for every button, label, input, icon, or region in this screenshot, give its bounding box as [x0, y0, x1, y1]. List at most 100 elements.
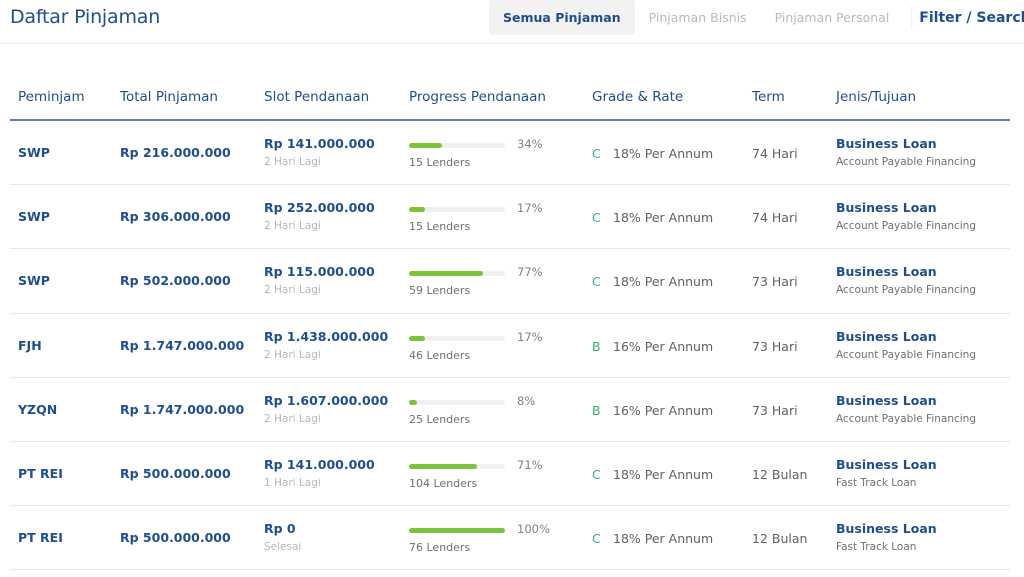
interest-rate: 18% Per Annum: [613, 466, 714, 482]
column-header-grade-rate[interactable]: Grade & Rate: [592, 89, 683, 105]
slot-status: 2 Hari Lagi: [264, 348, 321, 361]
table-row[interactable]: PT REI Rp 500.000.000 Rp 0 Selesai 100% …: [10, 506, 1010, 571]
tab-pinjaman-bisnis[interactable]: Pinjaman Bisnis: [635, 0, 761, 35]
borrower-name[interactable]: FJH: [18, 338, 42, 353]
progress-bar: [409, 207, 505, 213]
progress-percent: 17%: [517, 329, 543, 344]
table-row[interactable]: SWP Rp 502.000.000 Rp 115.000.000 2 Hari…: [10, 249, 1010, 314]
lenders-count: 25 Lenders: [409, 412, 471, 426]
table-row[interactable]: SWP Rp 216.000.000 Rp 141.000.000 2 Hari…: [10, 121, 1010, 186]
total-loan: Rp 306.000.000: [120, 209, 231, 225]
progress-bar-fill: [409, 271, 483, 277]
lenders-count: 104 Lenders: [409, 476, 478, 490]
slot-amount: Rp 141.000.000: [264, 136, 375, 151]
column-header-peminjam[interactable]: Peminjam: [18, 89, 85, 105]
progress-bar-fill: [409, 399, 417, 405]
grade-badge: C: [592, 210, 601, 226]
lenders-count: 15 Lenders: [409, 220, 471, 234]
loan-purpose: Account Payable Financing: [836, 220, 977, 233]
progress-percent: 77%: [517, 265, 543, 280]
loan-type: Business Loan: [836, 392, 937, 408]
loan-type: Business Loan: [836, 264, 937, 280]
loan-term: 12 Bulan: [752, 531, 808, 547]
divider: [911, 5, 913, 30]
grade-badge: B: [592, 338, 601, 354]
slot-amount: Rp 115.000.000: [264, 264, 375, 280]
progress-bar-fill: [409, 335, 426, 341]
progress-bar-fill: [409, 143, 442, 148]
loan-term: 73 Hari: [752, 402, 798, 418]
loan-purpose: Account Payable Financing: [836, 156, 977, 168]
progress-percent: 71%: [517, 457, 543, 472]
column-header-jenis-tujuan[interactable]: Jenis/Tujuan: [836, 89, 916, 105]
borrower-name[interactable]: SWP: [18, 273, 50, 288]
loan-term: 73 Hari: [752, 274, 798, 290]
loan-table: Peminjam Total Pinjaman Slot Pendanaan P…: [10, 76, 1010, 571]
table-row[interactable]: PT REI Rp 500.000.000 Rp 141.000.000 1 H…: [10, 442, 1010, 507]
slot-status: Selesai: [264, 541, 302, 554]
total-loan: Rp 1.747.000.000: [120, 401, 245, 417]
borrower-name[interactable]: SWP: [18, 209, 50, 224]
interest-rate: 16% Per Annum: [613, 338, 714, 354]
loan-type: Business Loan: [836, 521, 937, 537]
grade-badge: C: [592, 146, 601, 161]
loan-purpose: Account Payable Financing: [836, 284, 977, 297]
filter-search-button[interactable]: Filter / Search: [919, 10, 1024, 26]
progress-bar-fill: [409, 463, 478, 469]
loan-purpose: Fast Track Loan: [836, 541, 917, 554]
loan-term: 74 Hari: [752, 210, 798, 226]
top-bar: Daftar Pinjaman Semua Pinjaman Pinjaman …: [0, 0, 1024, 44]
progress-bar: [409, 528, 505, 534]
progress-bar-fill: [409, 528, 505, 534]
grade-badge: B: [592, 402, 601, 418]
interest-rate: 18% Per Annum: [613, 146, 714, 161]
lenders-count: 59 Lenders: [409, 284, 471, 298]
progress-bar: [409, 399, 505, 405]
column-header-progress-pendanaan[interactable]: Progress Pendanaan: [409, 89, 546, 105]
interest-rate: 18% Per Annum: [613, 531, 714, 547]
tab-pinjaman-personal[interactable]: Pinjaman Personal: [761, 0, 904, 35]
total-loan: Rp 500.000.000: [120, 465, 231, 481]
lenders-count: 76 Lenders: [409, 541, 471, 555]
column-header-total-pinjaman[interactable]: Total Pinjaman: [120, 89, 218, 105]
tab-semua-pinjaman[interactable]: Semua Pinjaman: [489, 0, 635, 35]
slot-status: 1 Hari Lagi: [264, 476, 321, 489]
table-row[interactable]: SWP Rp 306.000.000 Rp 252.000.000 2 Hari…: [10, 185, 1010, 250]
slot-amount: Rp 252.000.000: [264, 200, 375, 216]
progress-bar-fill: [409, 207, 426, 213]
table-header: Peminjam Total Pinjaman Slot Pendanaan P…: [10, 76, 1010, 121]
table-row[interactable]: FJH Rp 1.747.000.000 Rp 1.438.000.000 2 …: [10, 314, 1010, 378]
slot-amount: Rp 1.438.000.000: [264, 328, 389, 344]
slot-status: 2 Hari Lagi: [264, 412, 321, 425]
interest-rate: 16% Per Annum: [613, 402, 714, 418]
loan-type: Business Loan: [836, 200, 937, 216]
total-loan: Rp 502.000.000: [120, 273, 231, 289]
loan-type: Business Loan: [836, 456, 937, 472]
progress-bar: [409, 271, 505, 277]
column-header-term[interactable]: Term: [752, 89, 785, 105]
progress-bar: [409, 463, 505, 469]
loan-term: 73 Hari: [752, 338, 798, 354]
borrower-name[interactable]: SWP: [18, 145, 50, 160]
borrower-name[interactable]: PT REI: [18, 530, 63, 545]
slot-status: 2 Hari Lagi: [264, 156, 321, 168]
interest-rate: 18% Per Annum: [613, 210, 714, 226]
loan-purpose: Fast Track Loan: [836, 476, 917, 489]
loan-purpose: Account Payable Financing: [836, 348, 977, 361]
column-header-slot-pendanaan[interactable]: Slot Pendanaan: [264, 89, 369, 105]
loan-term: 12 Bulan: [752, 466, 808, 482]
borrower-name[interactable]: PT REI: [18, 466, 63, 481]
loan-type: Business Loan: [836, 328, 937, 344]
grade-badge: C: [592, 466, 601, 482]
table-body: SWP Rp 216.000.000 Rp 141.000.000 2 Hari…: [10, 121, 1010, 571]
grade-badge: C: [592, 531, 601, 547]
progress-bar: [409, 335, 505, 341]
borrower-name[interactable]: YZQN: [18, 402, 57, 417]
interest-rate: 18% Per Annum: [613, 274, 714, 290]
slot-amount: Rp 141.000.000: [264, 456, 375, 472]
table-row[interactable]: YZQN Rp 1.747.000.000 Rp 1.607.000.000 2…: [10, 378, 1010, 442]
slot-amount: Rp 0: [264, 521, 296, 537]
progress-percent: 8%: [517, 393, 536, 408]
progress-percent: 100%: [517, 522, 550, 537]
slot-status: 2 Hari Lagi: [264, 284, 321, 297]
